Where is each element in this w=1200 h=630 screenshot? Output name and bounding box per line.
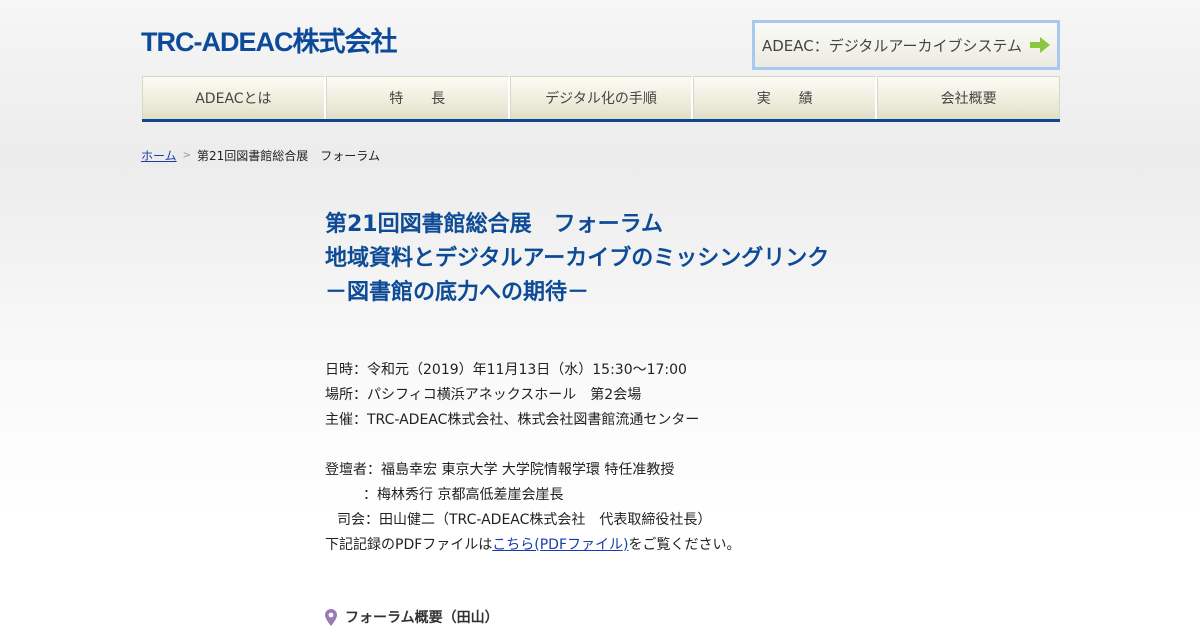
event-moderator: 司会：田山健二（TRC-ADEAC株式会社 代表取締役社長） [337, 512, 712, 528]
page-title-line-1: 第21回図書館総合展 フォーラム [325, 212, 663, 237]
section-heading: フォーラム概要（田山） [325, 607, 499, 627]
nav-item-digitization-steps[interactable]: デジタル化の手順 [509, 76, 694, 119]
main-nav: ADEACとは 特 長 デジタル化の手順 実 績 会社概要 [142, 76, 1060, 122]
record-note-suffix: をご覧ください。 [628, 537, 741, 553]
section-heading-text: フォーラム概要（田山） [345, 610, 499, 626]
record-pdf-link[interactable]: こちら(PDFファイル) [492, 537, 628, 553]
nav-item-company[interactable]: 会社概要 [877, 76, 1060, 119]
adeac-system-button[interactable]: ADEAC：デジタルアーカイブシステム [752, 20, 1060, 70]
map-pin-icon [325, 608, 337, 626]
event-speaker-1: 登壇者：福島幸宏 東京大学 大学院情報学環 特任准教授 [325, 462, 675, 478]
nav-item-about[interactable]: ADEACとは [142, 76, 326, 119]
page-title-line-2: 地域資料とデジタルアーカイブのミッシングリンク [325, 246, 830, 271]
event-place: 場所：パシフィコ横浜アネックスホール 第2会場 [325, 387, 642, 403]
page-title: 第21回図書館総合展 フォーラム 地域資料とデジタルアーカイブのミッシングリンク… [325, 208, 945, 310]
event-details: 日時：令和元（2019）年11月13日（水）15:30～17:00 場所：パシフ… [325, 358, 1025, 558]
event-speaker-2: ：梅林秀行 京都高低差崖会崖長 [363, 487, 564, 503]
event-host: 主催：TRC-ADEAC株式会社、株式会社図書館流通センター [325, 412, 700, 428]
event-datetime: 日時：令和元（2019）年11月13日（水）15:30～17:00 [325, 362, 687, 378]
nav-item-features[interactable]: 特 長 [325, 76, 510, 119]
breadcrumb-current: 第21回図書館総合展 フォーラム [197, 149, 380, 163]
nav-item-achievements[interactable]: 実 績 [693, 76, 878, 119]
arrow-right-icon [1030, 37, 1051, 53]
record-note: 下記記録のPDFファイルはこちら(PDFファイル)をご覧ください。 [325, 533, 1025, 558]
adeac-system-button-label: ADEAC：デジタルアーカイブシステム [761, 36, 1023, 55]
company-logo[interactable]: TRC-ADEAC株式会社 [141, 20, 397, 59]
chevron-right-icon: > [182, 150, 192, 161]
page-title-line-3: －図書館の底力への期待－ [325, 280, 590, 305]
breadcrumb: ホーム > 第21回図書館総合展 フォーラム [141, 147, 380, 164]
breadcrumb-home-link[interactable]: ホーム [141, 147, 177, 164]
record-note-prefix: 下記記録のPDFファイルは [325, 537, 493, 553]
